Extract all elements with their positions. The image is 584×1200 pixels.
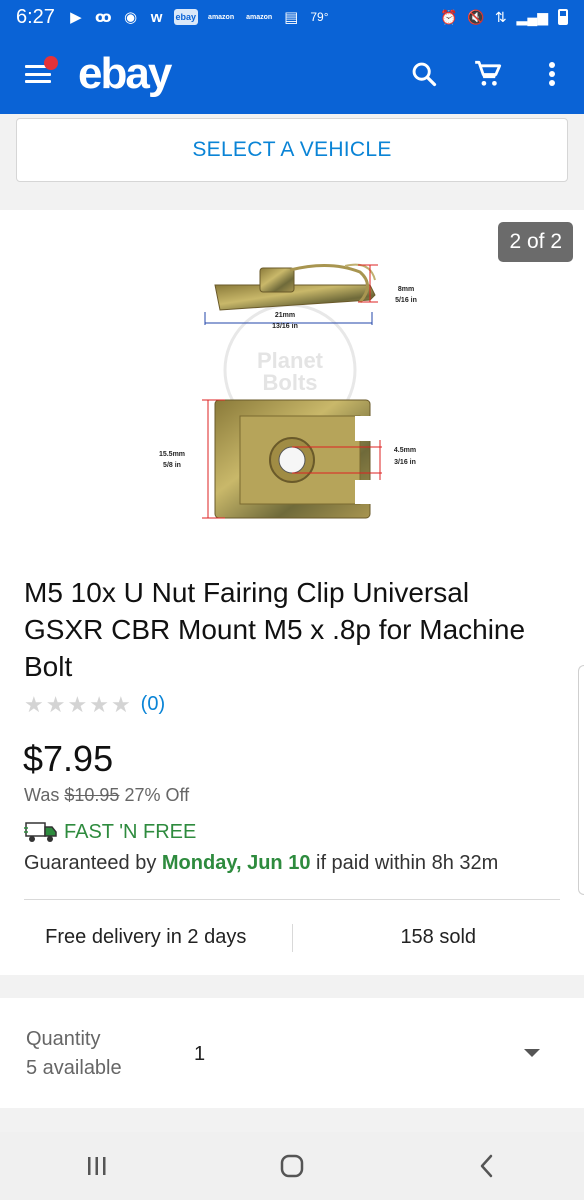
star-icon: ★ [24,691,44,717]
dim-label: 4.5mm [394,447,416,454]
home-icon [280,1154,304,1178]
back-icon [480,1154,492,1178]
sold-count: 158 sold [400,926,477,948]
discount: 27% Off [124,785,190,805]
dim-label: 8mm [398,286,414,293]
ebay-logo[interactable]: ebay [78,49,172,99]
alarm-icon: ⏰ [439,8,458,25]
status-time: 6:27 [16,5,55,28]
battery-icon [558,9,568,25]
system-nav-bar [0,1132,584,1200]
app-bar: ebay [0,34,584,114]
calendar-icon: ▤ [284,9,299,26]
system-icons: ⏰ 🔇 ⇅ ▂▄▆ [440,9,568,26]
chrome-icon: ◉ [123,9,138,26]
watermark-line2: Bolts [263,370,318,395]
was-label: Was [24,785,60,805]
cart-icon [475,60,502,86]
search-icon [412,62,437,87]
status-bar: 6:27 ▶ ꝏ ◉ w ebay amazon amazon ▤ 79° ⏰ … [0,0,584,34]
dim-label: 13/16 in [272,323,298,330]
product-image[interactable]: Planet Bolts 8mm 5/16 in 21mm 13/16 in 1… [130,240,460,530]
voicemail-icon: ꝏ [94,9,112,26]
mute-icon: 🔇 [467,8,485,25]
home-button[interactable] [252,1132,332,1200]
stats-row: Free delivery in 2 days 158 sold [0,900,584,975]
scrollbar[interactable] [578,665,584,895]
dropdown-arrow-icon [524,1049,540,1057]
data-icon: ⇅ [494,8,507,25]
more-vert-icon [549,62,555,86]
menu-button[interactable] [6,34,70,114]
quantity-card: Quantity 5 available 1 [0,998,584,1108]
dim-label: 21mm [275,312,295,319]
recent-apps-button[interactable] [57,1132,137,1200]
select-vehicle-button[interactable]: SELECT A VEHICLE [16,118,568,182]
signal-icon: ▂▄▆ [516,8,548,25]
dim-label: 5/16 in [395,297,417,304]
dim-label: 5/8 in [163,462,181,469]
quantity-label: Quantity [26,1028,101,1050]
amazon-icon: amazon [246,13,273,21]
quantity-available: 5 available [26,1057,122,1079]
product-card: 2 of 2 Planet Bolts 8mm 5/16 in 21mm 13/… [0,210,584,975]
back-button[interactable] [447,1132,527,1200]
temperature: 79° [310,10,329,24]
was-price-row: Was $10.95 27% Off [24,785,189,806]
search-button[interactable] [392,34,456,114]
rating-stars: ★ ★ ★ ★ ★ [24,691,131,717]
notification-dot [44,56,58,70]
youtube-icon: ▶ [70,9,82,26]
ebay-notif-icon: ebay [173,9,199,25]
star-icon: ★ [45,691,66,717]
notification-icons: ▶ ꝏ ◉ w ebay amazon amazon ▤ 79° [67,8,329,27]
guarantee-suffix: if paid within 8h 32m [316,852,499,874]
overflow-menu-button[interactable] [520,34,584,114]
recent-apps-icon [88,1157,106,1175]
star-icon: ★ [89,691,109,717]
quantity-value: 1 [194,1042,206,1065]
rating-count-link[interactable]: (0) [141,693,165,716]
star-icon: ★ [110,691,131,717]
star-icon: ★ [67,691,88,717]
amazon-icon: amazon [208,13,235,21]
truck-icon [24,822,57,842]
vehicle-section: SELECT A VEHICLE [0,114,584,210]
w-icon: w [150,8,163,26]
delivery-stat: Free delivery in 2 days [45,926,247,948]
dim-label: 15.5mm [159,451,185,458]
was-price: $10.95 [64,785,120,805]
guarantee-prefix: Guaranteed by [24,852,157,874]
image-counter: 2 of 2 [498,222,573,262]
dim-label: 3/16 in [394,459,416,466]
product-title: M5 10x U Nut Fairing Clip Universal GSXR… [24,577,526,682]
cart-button[interactable] [456,34,520,114]
price: $7.95 [23,738,114,779]
guarantee-text: Guaranteed by Monday, Jun 10 if paid wit… [24,852,498,875]
shipping-badge: FAST 'N FREE [24,820,196,844]
rating[interactable]: ★ ★ ★ ★ ★ (0) [24,693,165,716]
fast-n-free-label: FAST 'N FREE [64,820,197,843]
quantity-select[interactable]: 1 [182,1026,552,1082]
guarantee-date: Monday, Jun 10 [161,852,311,874]
